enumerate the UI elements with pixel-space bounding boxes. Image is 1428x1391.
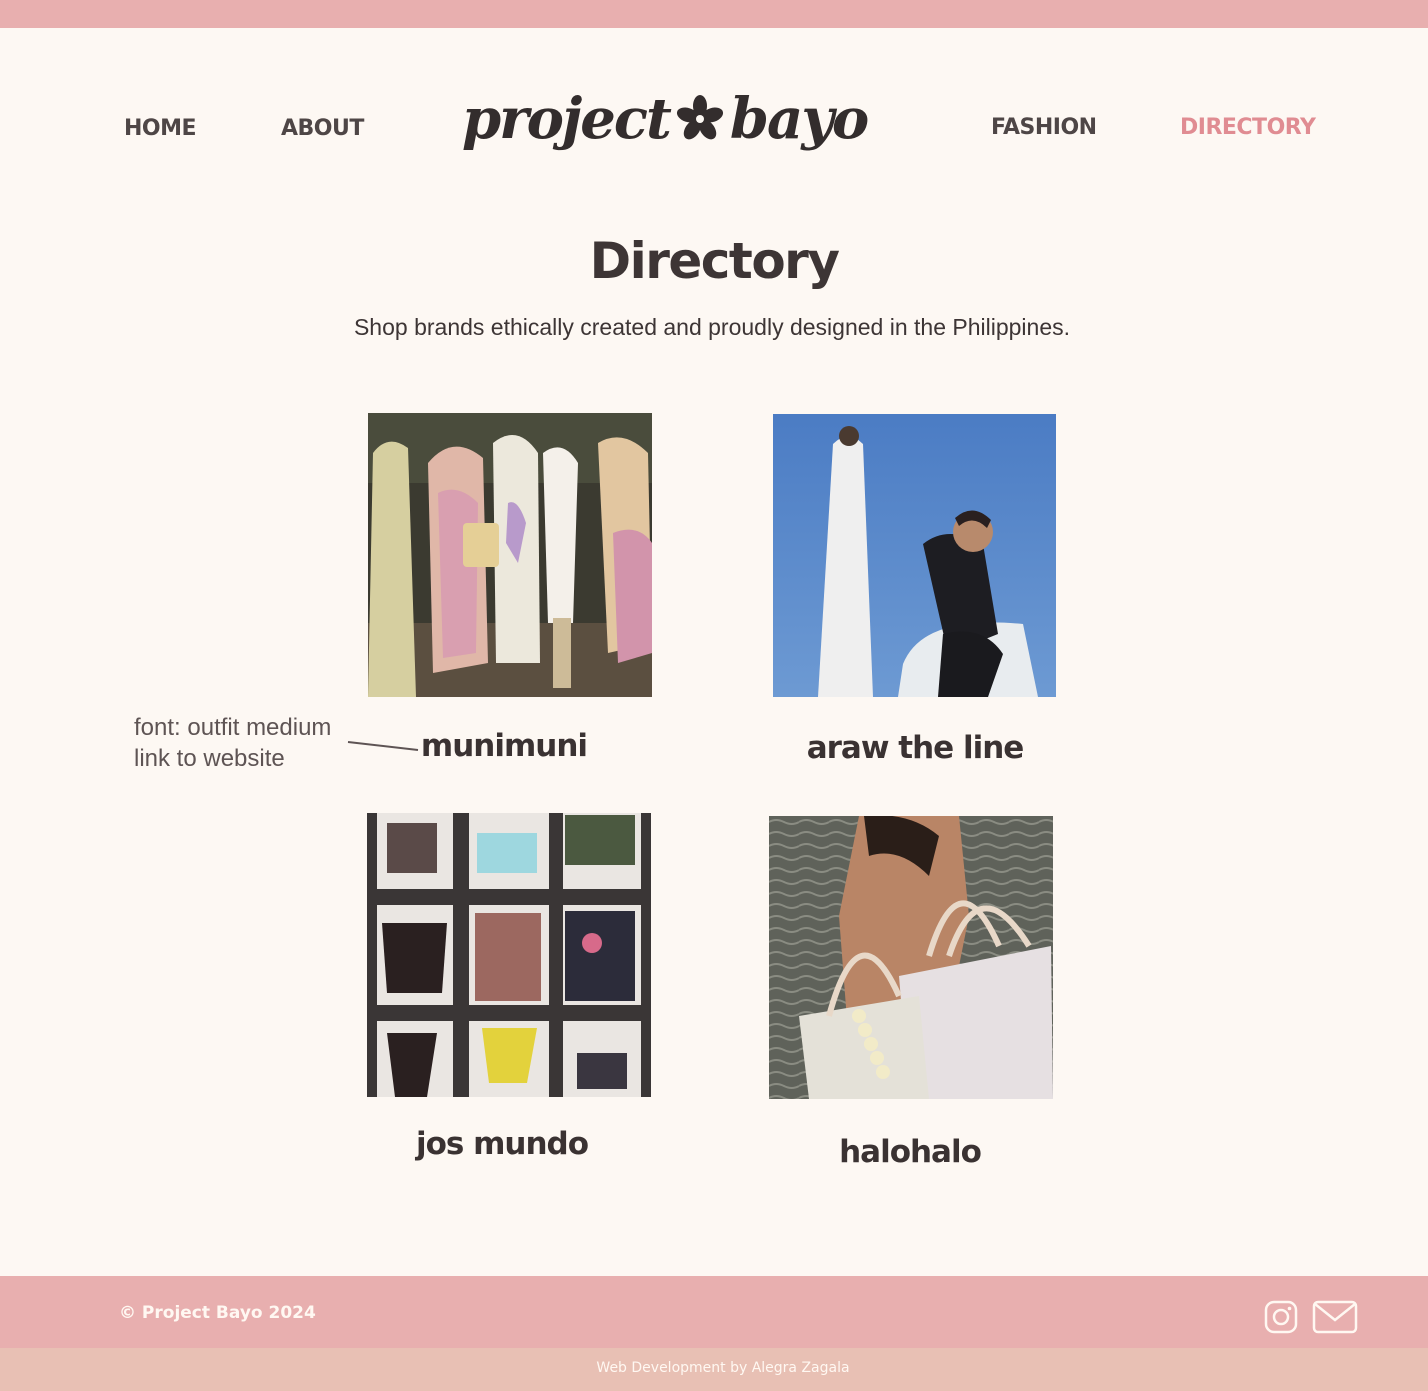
instagram-icon[interactable] <box>1264 1300 1298 1334</box>
brand-image-araw-the-line[interactable] <box>773 414 1056 697</box>
nav-home-link[interactable]: HOME <box>124 116 197 141</box>
brand-link-halohalo[interactable]: halohalo <box>810 1134 1010 1170</box>
brand-image-munimuni[interactable] <box>368 413 652 697</box>
logo-word-bayo: bayo <box>729 86 869 152</box>
brand-link-araw-the-line[interactable]: araw the line <box>800 730 1030 766</box>
nav-about-link[interactable]: ABOUT <box>281 116 364 141</box>
munimuni-photo <box>368 413 652 697</box>
page-subtitle: Shop brands ethically created and proudl… <box>353 314 1071 340</box>
jos-mundo-photo <box>367 813 651 1097</box>
araw-the-line-photo <box>773 414 1056 697</box>
flower-icon <box>676 95 723 140</box>
top-accent-bar <box>0 0 1428 28</box>
logo-word-project: project <box>462 86 672 152</box>
brand-link-jos-mundo[interactable]: jos mundo <box>402 1126 602 1162</box>
nav-fashion-link[interactable]: FASHION <box>991 115 1097 140</box>
mail-icon[interactable] <box>1312 1300 1358 1334</box>
brand-image-jos-mundo[interactable] <box>367 813 651 1097</box>
halohalo-photo <box>769 816 1053 1099</box>
annotation-pointer <box>347 741 419 751</box>
annotation-line-2: link to website <box>134 745 285 772</box>
annotation-line-1: font: outfit medium <box>134 714 332 741</box>
brand-link-munimuni[interactable]: munimuni <box>404 728 604 764</box>
footer-copyright: © Project Bayo 2024 <box>119 1303 316 1323</box>
page-title: Directory <box>589 232 840 290</box>
nav-directory-link[interactable]: DIRECTORY <box>1180 115 1316 140</box>
brand-image-halohalo[interactable] <box>769 816 1053 1099</box>
footer-credit: Web Development by Alegra Zagala <box>596 1360 850 1376</box>
design-annotation: font: outfit medium link to website <box>134 712 331 774</box>
site-logo[interactable]: project bayo <box>462 84 922 154</box>
